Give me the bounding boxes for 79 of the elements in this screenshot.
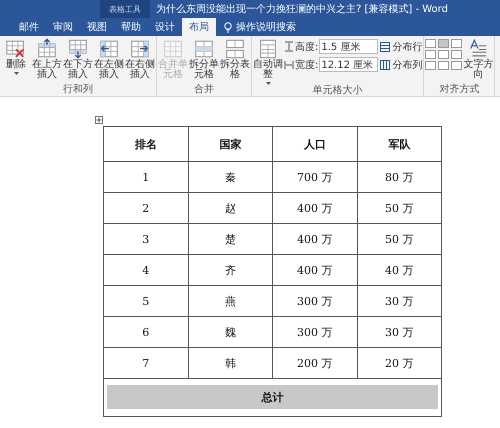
table-cell: 7 bbox=[104, 348, 188, 378]
table-cell: 燕 bbox=[188, 286, 272, 316]
ribbon-button[interactable]: 删除 bbox=[1, 38, 31, 75]
table-cell: 3 bbox=[104, 224, 188, 254]
column-header: 国家 bbox=[188, 126, 272, 162]
cell-alignment-button[interactable] bbox=[425, 39, 436, 48]
group-label: 行和列 bbox=[62, 84, 94, 96]
ribbon-tab[interactable]: 帮助 bbox=[114, 18, 148, 36]
table-cell: 50 万 bbox=[357, 192, 442, 224]
table-move-handle-icon[interactable] bbox=[95, 116, 103, 124]
column-header: 军队 bbox=[357, 126, 442, 162]
distribute-rows-icon bbox=[380, 42, 390, 52]
ribbon-button[interactable]: 自动调整 bbox=[253, 38, 283, 85]
merge-cells-icon bbox=[162, 38, 184, 60]
table-cell: 齐 bbox=[188, 254, 272, 286]
column-width-icon bbox=[284, 59, 294, 70]
table-cell: 200 万 bbox=[272, 348, 357, 378]
table-cell: 30 万 bbox=[357, 316, 442, 348]
ribbon-button[interactable]: 拆分表格 bbox=[220, 38, 250, 80]
table-cell: 400 万 bbox=[272, 254, 357, 286]
ribbon-button[interactable]: 在上方插入 bbox=[32, 38, 62, 80]
cell-alignment-button[interactable] bbox=[425, 61, 436, 70]
group-label: 对齐方式 bbox=[438, 84, 480, 96]
table-cell: 400 万 bbox=[272, 224, 357, 254]
cell-alignment-button[interactable] bbox=[425, 50, 436, 59]
cell-alignment-button[interactable] bbox=[438, 50, 450, 59]
distribute-button[interactable]: 分布行 bbox=[380, 40, 422, 54]
caret-icon bbox=[266, 82, 270, 85]
table-cell: 20 万 bbox=[357, 348, 442, 378]
table-cell: 30 万 bbox=[357, 286, 442, 316]
table-cell: 700 万 bbox=[272, 162, 357, 192]
ribbon-button[interactable]: 在右侧插入 bbox=[125, 38, 155, 80]
ribbon-tab[interactable]: 设计 bbox=[148, 18, 182, 36]
group-label: 合并 bbox=[193, 84, 215, 96]
table-cell: 4 bbox=[104, 254, 188, 286]
total-cell: 总计 bbox=[107, 385, 438, 409]
caret-icon bbox=[14, 72, 18, 75]
ribbon-button[interactable]: 拆分单元格 bbox=[189, 38, 219, 80]
ribbon-tab[interactable]: 邮件 bbox=[12, 18, 46, 36]
lightbulb-icon bbox=[224, 22, 232, 32]
ribbon-tab[interactable]: 视图 bbox=[80, 18, 114, 36]
cell-alignment-button[interactable] bbox=[438, 61, 450, 70]
ribbon-tab[interactable]: 布局 bbox=[182, 18, 216, 36]
size-label: 高度: bbox=[295, 40, 318, 54]
size-field[interactable]: 12.12 厘米 bbox=[319, 57, 378, 72]
table-cell: 2 bbox=[104, 192, 188, 224]
cell-alignment-button[interactable] bbox=[451, 61, 462, 70]
table-cell: 韩 bbox=[188, 348, 272, 378]
table-cell: 秦 bbox=[188, 162, 272, 192]
table-cell: 楚 bbox=[188, 224, 272, 254]
window-title: 为什么东周没能出现一个力挽狂澜的中兴之主? [兼容模式] - Word bbox=[155, 2, 448, 17]
column-header: 排名 bbox=[104, 126, 188, 162]
table-cell: 40 万 bbox=[357, 254, 442, 286]
cell-alignment-button[interactable] bbox=[451, 39, 462, 48]
table-cell: 6 bbox=[104, 316, 188, 348]
size-label: 宽度: bbox=[295, 58, 318, 72]
table-cell: 50 万 bbox=[357, 224, 442, 254]
table-cell: 5 bbox=[104, 286, 188, 316]
context-tab-label: 表格工具 bbox=[100, 0, 150, 18]
size-field[interactable]: 1.5 厘米 bbox=[319, 39, 378, 54]
table-cell: 1 bbox=[104, 162, 188, 192]
table-cell: 300 万 bbox=[272, 316, 357, 348]
table-cell: 魏 bbox=[188, 316, 272, 348]
table-cell: 400 万 bbox=[272, 192, 357, 224]
table-cell: 80 万 bbox=[357, 162, 442, 192]
cell-alignment-button[interactable] bbox=[451, 50, 462, 59]
table-cell: 赵 bbox=[188, 192, 272, 224]
cell-alignment-button[interactable] bbox=[438, 39, 450, 48]
column-header: 人口 bbox=[272, 126, 357, 162]
distribute-button[interactable]: 分布列 bbox=[380, 58, 422, 72]
distribute-columns-icon bbox=[380, 60, 390, 70]
ribbon-tab[interactable]: 审阅 bbox=[46, 18, 80, 36]
table-cell: 300 万 bbox=[272, 286, 357, 316]
row-height-icon bbox=[284, 41, 294, 52]
ribbon-button[interactable]: 在下方插入 bbox=[63, 38, 93, 80]
ribbon-button[interactable]: 文字方向 bbox=[463, 38, 494, 80]
tell-me-search[interactable]: 操作说明搜索 bbox=[236, 20, 296, 34]
group-label: 单元格大小 bbox=[312, 85, 364, 96]
ribbon-button[interactable]: 在左侧插入 bbox=[94, 38, 124, 80]
